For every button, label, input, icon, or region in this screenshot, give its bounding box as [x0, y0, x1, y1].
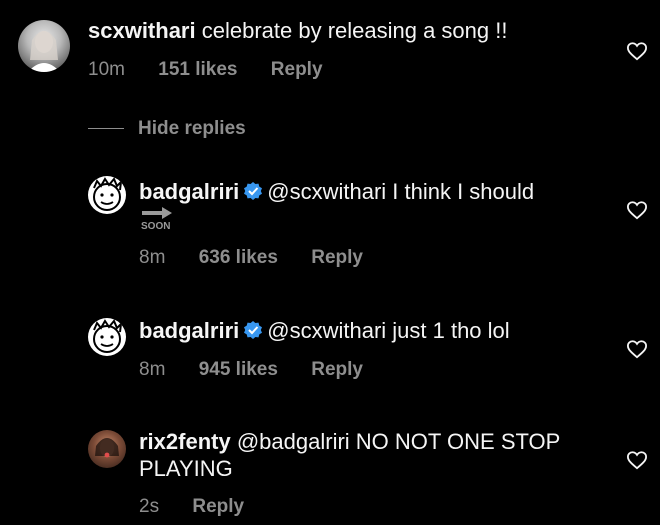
comment-text-continued: PLAYING — [139, 456, 233, 481]
verified-badge-icon — [244, 321, 263, 339]
timestamp: 8m — [139, 359, 166, 380]
divider-dash — [88, 128, 124, 130]
avatar[interactable] — [18, 20, 70, 72]
hide-replies-button[interactable]: Hide replies — [88, 118, 246, 140]
comment-meta: 2s Reply — [139, 496, 272, 518]
timestamp: 2s — [139, 496, 160, 517]
soon-sticker: SOON — [140, 206, 174, 232]
reply-button[interactable]: Reply — [192, 496, 244, 517]
comment-meta: 10m 151 likes Reply — [88, 59, 351, 81]
timestamp: 10m — [88, 59, 125, 80]
heart-icon[interactable] — [626, 41, 648, 61]
username[interactable]: badgalriri — [139, 318, 239, 343]
avatar[interactable] — [88, 430, 126, 468]
heart-icon[interactable] — [626, 450, 648, 470]
username[interactable]: rix2fenty — [139, 429, 231, 454]
comment-meta: 8m 636 likes Reply — [139, 247, 391, 269]
timestamp: 8m — [139, 247, 166, 268]
heart-icon[interactable] — [626, 200, 648, 220]
comment-text: @scxwithari just 1 tho lol — [267, 318, 510, 343]
avatar-photo-icon — [28, 31, 60, 72]
comment-text-line-2: PLAYING — [139, 455, 233, 483]
avatar[interactable] — [88, 318, 126, 356]
username[interactable]: scxwithari — [88, 18, 196, 43]
avatar[interactable] — [88, 176, 126, 214]
comment-text-line: rix2fenty @badgalriri NO NOT ONE STOP — [139, 428, 560, 456]
comment-meta: 8m 945 likes Reply — [139, 359, 391, 381]
username[interactable]: badgalriri — [139, 179, 239, 204]
comment-text: @scxwithari I think I should — [267, 179, 535, 204]
comment-text: @badgalriri NO NOT ONE STOP — [236, 429, 561, 454]
avatar-cartoon-icon — [93, 319, 123, 353]
likes-count[interactable]: 151 likes — [158, 59, 237, 80]
reply-button[interactable]: Reply — [271, 59, 323, 80]
comment-text-line: badgalriri @scxwithari I think I should — [139, 178, 534, 206]
likes-count[interactable]: 945 likes — [199, 359, 278, 380]
heart-icon[interactable] — [626, 339, 648, 359]
verified-badge-icon — [244, 182, 263, 200]
reply-button[interactable]: Reply — [311, 359, 363, 380]
arrow-right-icon — [142, 207, 172, 219]
comment-text-line: scxwithari celebrate by releasing a song… — [88, 17, 507, 45]
reply-button[interactable]: Reply — [311, 247, 363, 268]
hide-replies-label: Hide replies — [138, 118, 246, 139]
sticker-text: SOON — [141, 221, 171, 232]
comment-text-line: badgalriri @scxwithari just 1 tho lol — [139, 317, 510, 345]
avatar-photo-icon — [95, 438, 119, 458]
comment-text: celebrate by releasing a song !! — [201, 18, 508, 43]
avatar-cartoon-icon — [93, 177, 123, 211]
likes-count[interactable]: 636 likes — [199, 247, 278, 268]
